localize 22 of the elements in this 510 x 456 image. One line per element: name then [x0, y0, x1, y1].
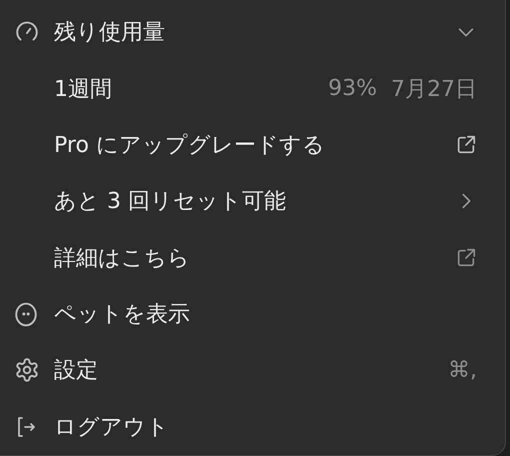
menu-item[interactable]: ログアウト — [0, 398, 505, 455]
reset-date: 7月27日 — [391, 76, 477, 104]
keyboard-shortcut: ⌘, — [448, 358, 477, 383]
menu-item-label: ペットを表示 — [54, 301, 191, 330]
menu-item-label: Pro にアップグレードする — [54, 132, 326, 160]
menu-item[interactable]: Pro にアップグレードする — [0, 116, 505, 174]
menu-item[interactable]: あと 3 回リセット可能 — [0, 173, 505, 230]
menu-item-label: 設定 — [54, 357, 99, 386]
menu-item-label: ログアウト — [54, 414, 170, 442]
pet-face-icon — [14, 301, 38, 328]
settings-icon — [14, 357, 40, 384]
menu-item[interactable]: ペットを表示 — [0, 286, 505, 342]
external-link-icon — [455, 246, 477, 269]
menu-item-label: あと 3 回リセット可能 — [54, 188, 287, 216]
menu-item-label: 詳細はこちら — [54, 244, 191, 273]
section-header[interactable]: 残り使用量 — [0, 4, 505, 60]
external-link-icon — [455, 134, 477, 156]
menu-item[interactable]: 設定 ⌘, — [0, 342, 505, 399]
menu-item-label: 1週間 — [54, 76, 113, 104]
menu-item[interactable]: 詳細はこちら — [0, 230, 505, 286]
usage-percent: 93% — [328, 76, 377, 102]
menu-item-label: 残り使用量 — [54, 19, 166, 48]
